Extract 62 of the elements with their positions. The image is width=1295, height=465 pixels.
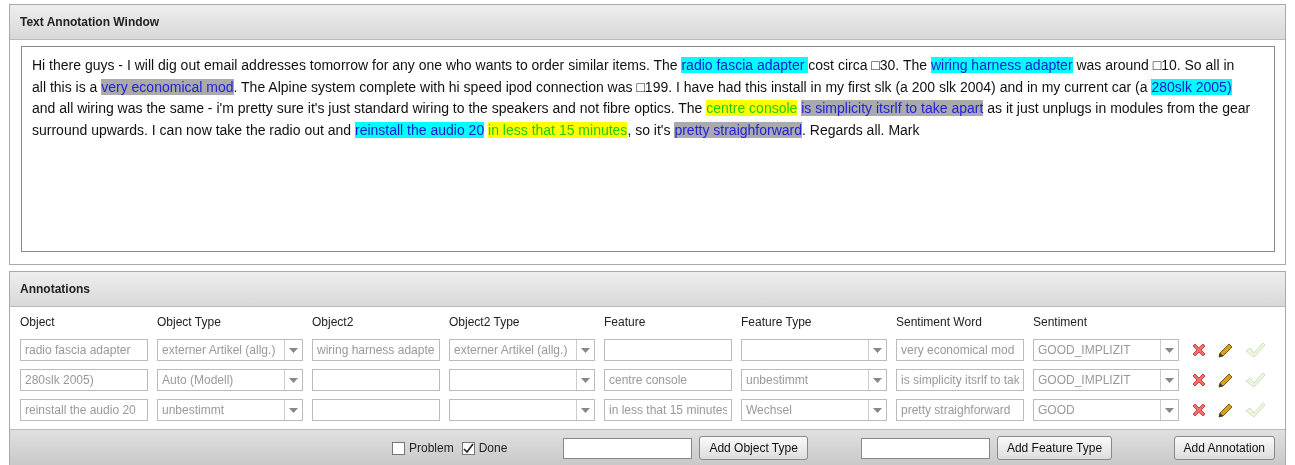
caret-icon xyxy=(1165,407,1174,413)
delete-icon[interactable] xyxy=(1190,341,1208,359)
input-field[interactable]: wiring harness adapte xyxy=(312,339,440,361)
delete-icon[interactable] xyxy=(1190,401,1208,419)
check-icon[interactable] xyxy=(1244,341,1266,359)
input-field[interactable]: pretty straighforward xyxy=(896,399,1024,421)
add-button[interactable]: Add Object Type xyxy=(699,436,808,460)
input-field[interactable]: very economical mod xyxy=(896,339,1024,361)
check-icon[interactable] xyxy=(1244,401,1266,419)
dropdown[interactable]: Wechsel xyxy=(741,399,887,421)
pencil-icon[interactable] xyxy=(1218,372,1234,388)
dropdown[interactable]: unbestimmt xyxy=(741,369,887,391)
caret-icon xyxy=(873,347,882,353)
column-header: Object xyxy=(20,314,56,331)
caret-icon xyxy=(289,347,298,353)
input-field[interactable]: is simplicity itsrlf to tak xyxy=(896,369,1024,391)
input-field[interactable]: centre console xyxy=(604,369,732,391)
input-field[interactable] xyxy=(312,369,440,391)
dropdown[interactable]: Auto (Modell) xyxy=(157,369,303,391)
panel-title: Annotations xyxy=(10,272,1285,307)
column-header: Feature xyxy=(604,314,647,331)
input-field[interactable] xyxy=(563,437,693,459)
caret-icon xyxy=(1165,347,1174,353)
input-field[interactable] xyxy=(860,437,990,459)
caret-icon xyxy=(581,407,590,413)
caret-icon xyxy=(873,377,882,383)
input-field[interactable]: radio fascia adapter xyxy=(20,339,148,361)
dropdown[interactable]: externer Artikel (allg.) xyxy=(157,339,303,361)
dropdown[interactable]: GOOD_IMPLIZIT xyxy=(1033,339,1179,361)
column-header: Sentiment Word xyxy=(896,314,983,331)
dropdown[interactable]: GOOD_IMPLIZIT xyxy=(1033,369,1179,391)
input-field[interactable]: 280slk 2005) xyxy=(20,369,148,391)
dropdown[interactable]: GOOD xyxy=(1033,399,1179,421)
dropdown[interactable] xyxy=(741,339,887,361)
dropdown[interactable] xyxy=(449,399,595,421)
checkmark-icon xyxy=(462,442,474,454)
caret-icon xyxy=(289,377,298,383)
column-header: Sentiment xyxy=(1033,314,1089,331)
input-field[interactable] xyxy=(312,399,440,421)
column-header: Object2 Type xyxy=(449,314,521,331)
input-field[interactable]: reinstall the audio 20 xyxy=(20,399,148,421)
checkbox[interactable]: Done xyxy=(461,439,508,457)
pencil-icon[interactable] xyxy=(1218,342,1234,358)
dropdown[interactable]: externer Artikel (allg.) xyxy=(449,339,595,361)
caret-icon xyxy=(873,407,882,413)
column-header: Feature Type xyxy=(741,314,813,331)
panel-title: Text Annotation Window xyxy=(10,5,1285,40)
input-field[interactable] xyxy=(604,339,732,361)
caret-icon xyxy=(581,347,590,353)
caret-icon xyxy=(1165,377,1174,383)
pencil-icon[interactable] xyxy=(1218,402,1234,418)
check-icon[interactable] xyxy=(1244,371,1266,389)
add-button[interactable]: Add Annotation xyxy=(1173,436,1275,460)
caret-icon xyxy=(289,407,298,413)
checkbox[interactable]: Problem xyxy=(392,439,454,457)
add-button[interactable]: Add Feature Type xyxy=(996,436,1113,460)
dropdown[interactable]: unbestimmt xyxy=(157,399,303,421)
delete-icon[interactable] xyxy=(1190,371,1208,389)
column-header: Object Type xyxy=(157,314,222,331)
column-header: Object2 xyxy=(312,314,355,331)
caret-icon xyxy=(581,377,590,383)
dropdown[interactable] xyxy=(449,369,595,391)
